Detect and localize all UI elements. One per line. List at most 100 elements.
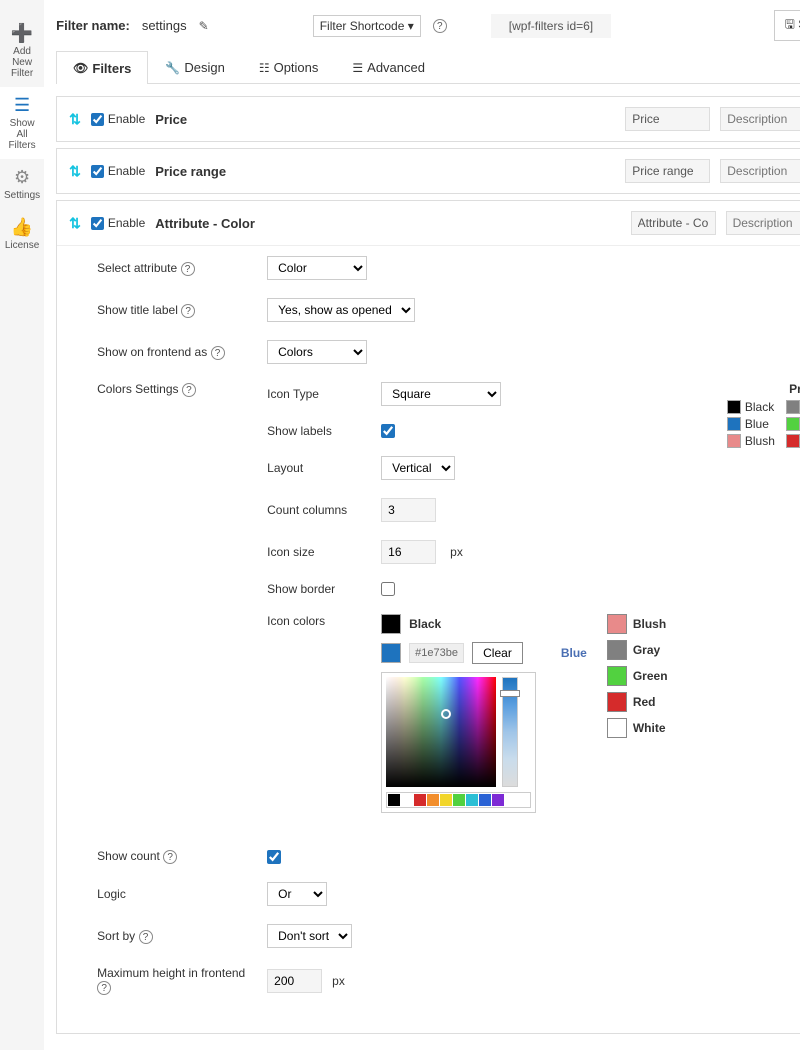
tab-design[interactable]: 🔧Design [148, 51, 241, 83]
hue-thumb[interactable] [500, 690, 520, 697]
enable-checkbox[interactable]: Enable [91, 164, 145, 178]
show-labels-label: Show labels [267, 424, 367, 438]
max-height-label: Maximum height in frontend ? [97, 966, 257, 995]
help-icon[interactable]: ? [163, 850, 177, 864]
sidebar-item-license[interactable]: 👍License [0, 209, 44, 259]
hue-slider[interactable] [502, 677, 518, 787]
colors-settings-label: Colors Settings ? [97, 382, 257, 397]
eye-icon: 👁 [73, 61, 88, 75]
sidebar-item-add[interactable]: ➕Add New Filter [0, 15, 44, 87]
preview-swatch: Blush [727, 434, 776, 448]
select-attribute[interactable]: Color [267, 256, 367, 280]
filter-name-input[interactable] [625, 107, 710, 131]
filter-block-color: ⇅ Enable Attribute - Color Hide options … [56, 200, 800, 1034]
icon-size-input[interactable] [381, 540, 436, 564]
color-option[interactable]: Green [607, 666, 697, 686]
help-icon[interactable]: ? [181, 304, 195, 318]
shortcode-select[interactable]: Filter Shortcode ▾ [313, 15, 421, 37]
icon-type-label: Icon Type [267, 387, 367, 401]
tab-label: Filters [92, 61, 131, 76]
tab-filters[interactable]: 👁 Filters [56, 51, 148, 84]
show-count-checkbox[interactable] [267, 850, 281, 864]
pencil-icon[interactable]: ✎ [199, 19, 209, 33]
help-icon[interactable]: ? [97, 981, 111, 995]
list-icon: ☰ [4, 95, 40, 116]
color-picker[interactable] [381, 672, 536, 813]
saturation-square[interactable] [386, 677, 496, 787]
hex-input[interactable] [409, 643, 464, 663]
count-columns-label: Count columns [267, 503, 367, 517]
main-content: Filter name: settings ✎ Filter Shortcode… [44, 0, 800, 1050]
show-count-label: Show count ? [97, 849, 257, 864]
layout-label: Layout [267, 461, 367, 475]
palette-swatch[interactable] [466, 794, 478, 806]
palette-swatch[interactable] [440, 794, 452, 806]
logic-select[interactable]: Or [267, 882, 327, 906]
picker-dragger[interactable] [441, 709, 451, 719]
gear-icon: ⚙ [4, 167, 40, 188]
help-icon[interactable]: ? [181, 262, 195, 276]
tab-label: Design [184, 60, 224, 75]
drag-handle-icon[interactable]: ⇅ [69, 163, 81, 180]
palette-swatch[interactable] [414, 794, 426, 806]
help-icon[interactable]: ? [182, 383, 196, 397]
show-labels-checkbox[interactable] [381, 424, 395, 438]
tab-options[interactable]: ☷Options [242, 51, 336, 83]
header-row: Filter name: settings ✎ Filter Shortcode… [56, 10, 800, 41]
preview-swatch: Blue [727, 417, 776, 431]
show-border-checkbox[interactable] [381, 582, 395, 596]
show-frontend-label: Show on frontend as ? [97, 345, 257, 360]
help-icon[interactable]: ? [139, 930, 153, 944]
enable-checkbox[interactable]: Enable [91, 112, 145, 126]
filter-desc-input[interactable] [720, 107, 800, 131]
preview-swatch: Green [786, 417, 800, 431]
color-option[interactable]: Blush [607, 614, 697, 634]
plus-circle-icon: ➕ [4, 23, 40, 44]
sidebar-item-showall[interactable]: ☰Show All Filters [0, 87, 44, 159]
tab-label: Advanced [367, 60, 425, 75]
count-columns-input[interactable] [381, 498, 436, 522]
color-option[interactable]: White [607, 718, 697, 738]
icon-colors-label: Icon colors [267, 614, 367, 628]
palette-swatch[interactable] [401, 794, 413, 806]
save-button[interactable]: 🖫 Save [774, 10, 800, 41]
filter-desc-input[interactable] [726, 211, 800, 235]
palette-swatch[interactable] [453, 794, 465, 806]
thumbs-up-icon: 👍 [4, 217, 40, 238]
drag-handle-icon[interactable]: ⇅ [69, 215, 81, 232]
tab-advanced[interactable]: ☰ Advanced [335, 51, 442, 83]
filter-block-pricerange: ⇅ Enable Price range Show options ⌄ [56, 148, 800, 194]
help-icon[interactable]: ? [211, 346, 225, 360]
palette-swatch[interactable] [479, 794, 491, 806]
show-title-select[interactable]: Yes, show as opened [267, 298, 415, 322]
enable-checkbox[interactable]: Enable [91, 216, 145, 230]
color-option[interactable]: Gray [607, 640, 697, 660]
sidebar-item-settings[interactable]: ⚙ Settings [0, 159, 44, 209]
palette-swatch[interactable] [492, 794, 504, 806]
filter-name-input[interactable] [631, 211, 716, 235]
drag-handle-icon[interactable]: ⇅ [69, 111, 81, 128]
palette-swatch[interactable] [388, 794, 400, 806]
filter-title: Price range [155, 164, 615, 179]
logic-label: Logic [97, 887, 257, 901]
stack-icon: ☰ [352, 61, 363, 75]
color-swatch-black[interactable] [381, 614, 401, 634]
filter-title: Attribute - Color [155, 216, 620, 231]
filter-desc-input[interactable] [720, 159, 800, 183]
layout-select[interactable]: Vertical [381, 456, 455, 480]
icon-size-label: Icon size [267, 545, 367, 559]
sort-label: Sort by ? [97, 929, 257, 944]
color-swatch-blue[interactable] [381, 643, 401, 663]
max-height-input[interactable] [267, 969, 322, 993]
filter-title: Price [155, 112, 615, 127]
color-option[interactable]: Red [607, 692, 697, 712]
palette-swatch[interactable] [427, 794, 439, 806]
show-frontend-select[interactable]: Colors [267, 340, 367, 364]
sidebar-label: Settings [4, 190, 40, 201]
clear-button[interactable]: Clear [472, 642, 523, 664]
help-icon[interactable]: ? [433, 19, 447, 33]
preview-swatch: Gray [786, 400, 800, 414]
icon-type-select[interactable]: Square [381, 382, 501, 406]
sort-select[interactable]: Don't sort [267, 924, 352, 948]
filter-name-input[interactable] [625, 159, 710, 183]
